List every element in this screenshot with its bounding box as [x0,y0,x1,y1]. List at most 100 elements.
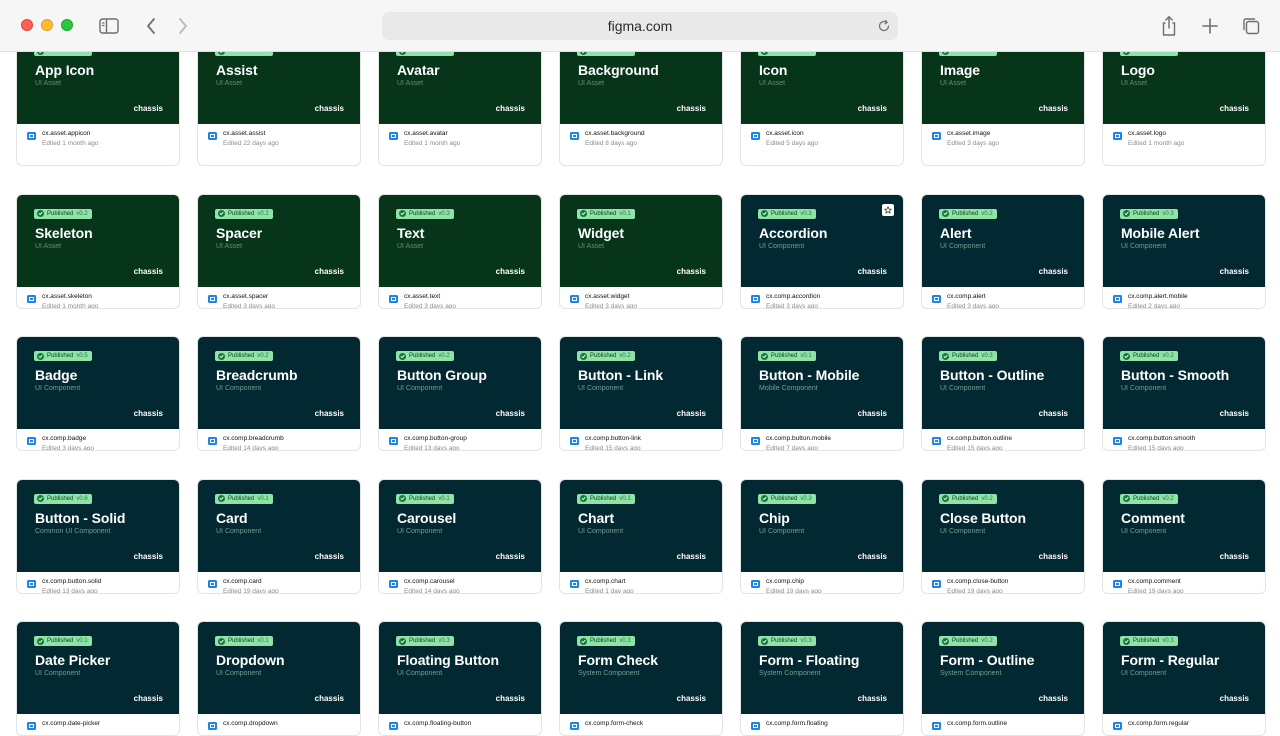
file-card[interactable]: Published v0.2 Close Button UI Component… [921,478,1085,594]
file-name: cx.asset.appicon [42,130,91,137]
status-label: Published [590,210,617,217]
status-label: Published [228,353,255,359]
tab-overview-icon[interactable] [1239,14,1263,38]
file-card[interactable]: Published v0.2 Spacer UI Asset chassis c… [197,193,361,309]
file-card[interactable]: Published v0.1 Widget UI Asset chassis c… [559,193,723,309]
file-name: cx.comp.button.solid [42,577,102,585]
version-label: v0.2 [981,495,993,502]
close-window-button[interactable] [21,19,33,31]
file-card[interactable]: Published v0.1 Carousel UI Component cha… [378,478,542,594]
zoom-window-button[interactable] [61,19,73,31]
file-meta: cx.asset.widget Edited 3 days ago [560,287,722,308]
file-card[interactable]: Published v0.2 Button - Smooth UI Compon… [1102,336,1266,451]
version-label: v0.3 [438,210,450,217]
sidebar-toggle-icon[interactable] [97,14,121,38]
card-subtitle: UI Component [397,527,443,535]
card-title: Carousel [397,509,457,526]
check-circle-icon [761,495,768,502]
card-title: Assist [216,62,258,78]
card-subtitle: UI Component [1121,242,1167,250]
file-thumbnail: Published v0.3 Floating Button UI Compon… [379,622,541,714]
card-subtitle: UI Asset [578,242,605,250]
figma-file-icon [751,294,760,303]
card-title: Avatar [397,62,440,78]
file-card[interactable]: Published v0.2 Button Group UI Component… [378,336,542,451]
file-card[interactable]: Published v0.2 Breadcrumb UI Component c… [197,336,361,451]
status-label: Published [1133,638,1160,644]
file-card[interactable]: Published v0.1 App Icon UI Asset chassis… [16,42,180,166]
check-circle-icon [37,495,44,502]
card-subtitle: UI Component [940,385,986,392]
edited-time: Edited 8 days ago [585,140,638,147]
file-card[interactable]: Published v0.3 Icon UI Asset chassis cx.… [740,42,904,166]
edited-time: Edited 3 days ago [404,302,457,309]
file-card[interactable]: Published v0.6 Button - Solid Common UI … [16,478,180,594]
status-badge: Published v0.1 [215,493,273,504]
file-card[interactable]: Published v0.1 Chart UI Component chassi… [559,478,723,594]
card-title: Form - Outline [940,652,1035,668]
file-card[interactable]: Published v0.3 Form - Regular UI Compone… [1102,621,1266,736]
file-thumbnail: Published v0.2 Alert UI Component chassi… [922,194,1084,287]
check-circle-icon [942,637,949,645]
file-card[interactable]: Published v0.2 Alert UI Component chassi… [921,193,1085,309]
file-card[interactable]: Published v0.3 Text UI Asset chassis cx.… [378,193,542,309]
file-card[interactable]: Published v0.2 Assist UI Asset chassis c… [197,42,361,166]
status-label: Published [409,638,436,644]
check-circle-icon [399,210,406,217]
file-card[interactable]: Published v0.1 Button - Mobile Mobile Co… [740,336,904,451]
card-subtitle: UI Component [216,385,262,392]
file-card[interactable]: Published v0.5 Badge UI Component chassi… [16,336,180,451]
file-card[interactable]: Published v0.1 Image UI Asset chassis cx… [921,42,1085,166]
file-card[interactable]: Published v0.2 Comment UI Component chas… [1102,478,1266,594]
file-meta: cx.comp.form.regular [1103,714,1265,735]
plus-icon[interactable] [1198,14,1222,38]
file-meta: cx.asset.spacer Edited 3 days ago [198,287,360,308]
status-badge: Published v0.2 [1120,493,1178,504]
file-card[interactable]: Published v0.2 Form - Outline System Com… [921,621,1085,736]
card-title: Mobile Alert [1121,224,1200,241]
file-card[interactable]: Published v0.3 Floating Button UI Compon… [378,621,542,736]
file-card[interactable]: Published v0.2 Skeleton UI Asset chassis… [16,193,180,309]
file-card[interactable]: Published v0.3 Mobile Alert UI Component… [1102,193,1266,309]
file-card[interactable]: Published v0.1 Card UI Component chassis… [197,478,361,594]
file-meta: cx.comp.badge Edited 3 days ago [17,429,179,450]
file-card[interactable]: Published v0.3 Form - Floating System Co… [740,621,904,736]
chevron-left-icon[interactable] [139,14,163,38]
figma-file-icon [751,132,760,140]
file-name: cx.comp.button.smooth [1128,435,1196,442]
minimize-window-button[interactable] [41,19,53,31]
file-name: cx.comp.carousel [404,577,455,585]
file-card[interactable]: Published v0.2 Button - Link UI Componen… [559,336,723,451]
status-badge: Published v0.3 [577,636,635,646]
reload-icon[interactable] [876,18,892,34]
file-card[interactable]: Published v0.3 Form Check System Compone… [559,621,723,736]
file-card[interactable]: Published v0.1 Logo UI Asset chassis cx.… [1102,42,1266,166]
file-meta: cx.comp.button.smooth Edited 15 days ago [1103,429,1265,450]
file-thumbnail: Published v0.3 Mobile Alert UI Component… [1103,194,1265,287]
card-subtitle: UI Asset [1121,80,1148,87]
file-card[interactable]: Published v0.1 Dropdown UI Component cha… [197,621,361,736]
file-card[interactable]: Published v0.4 Avatar UI Asset chassis c… [378,42,542,166]
star-icon[interactable] [882,203,894,216]
file-meta: cx.comp.date-picker [17,714,179,735]
file-thumbnail: Published v0.3 Form - Regular UI Compone… [1103,622,1265,714]
card-title: Logo [1121,62,1155,78]
version-label: v0.6 [76,495,88,502]
card-subtitle: System Component [940,670,1002,677]
card-title: Chip [759,509,790,526]
card-title: Text [397,224,425,241]
status-label: Published [590,495,617,502]
file-name: cx.comp.chart [585,577,626,585]
file-card[interactable]: Published v0.3 Button - Outline UI Compo… [921,336,1085,451]
address-bar[interactable]: figma.com [382,12,898,40]
file-name: cx.comp.alert.mobile [1128,292,1188,300]
version-label: v0.3 [800,495,812,502]
brand-label: chassis [857,551,887,561]
chevron-right-icon[interactable] [171,14,195,38]
file-card[interactable]: Published v0.3 Chip UI Component chassis… [740,478,904,594]
share-icon[interactable] [1157,14,1181,38]
file-card[interactable]: Published v0.3 Accordion UI Component ch… [740,193,904,309]
file-card[interactable]: Published v0.2 Background UI Asset chass… [559,42,723,166]
file-card[interactable]: Published v0.1 Date Picker UI Component … [16,621,180,736]
file-meta: cx.comp.close-button Edited 19 days ago [922,572,1084,593]
